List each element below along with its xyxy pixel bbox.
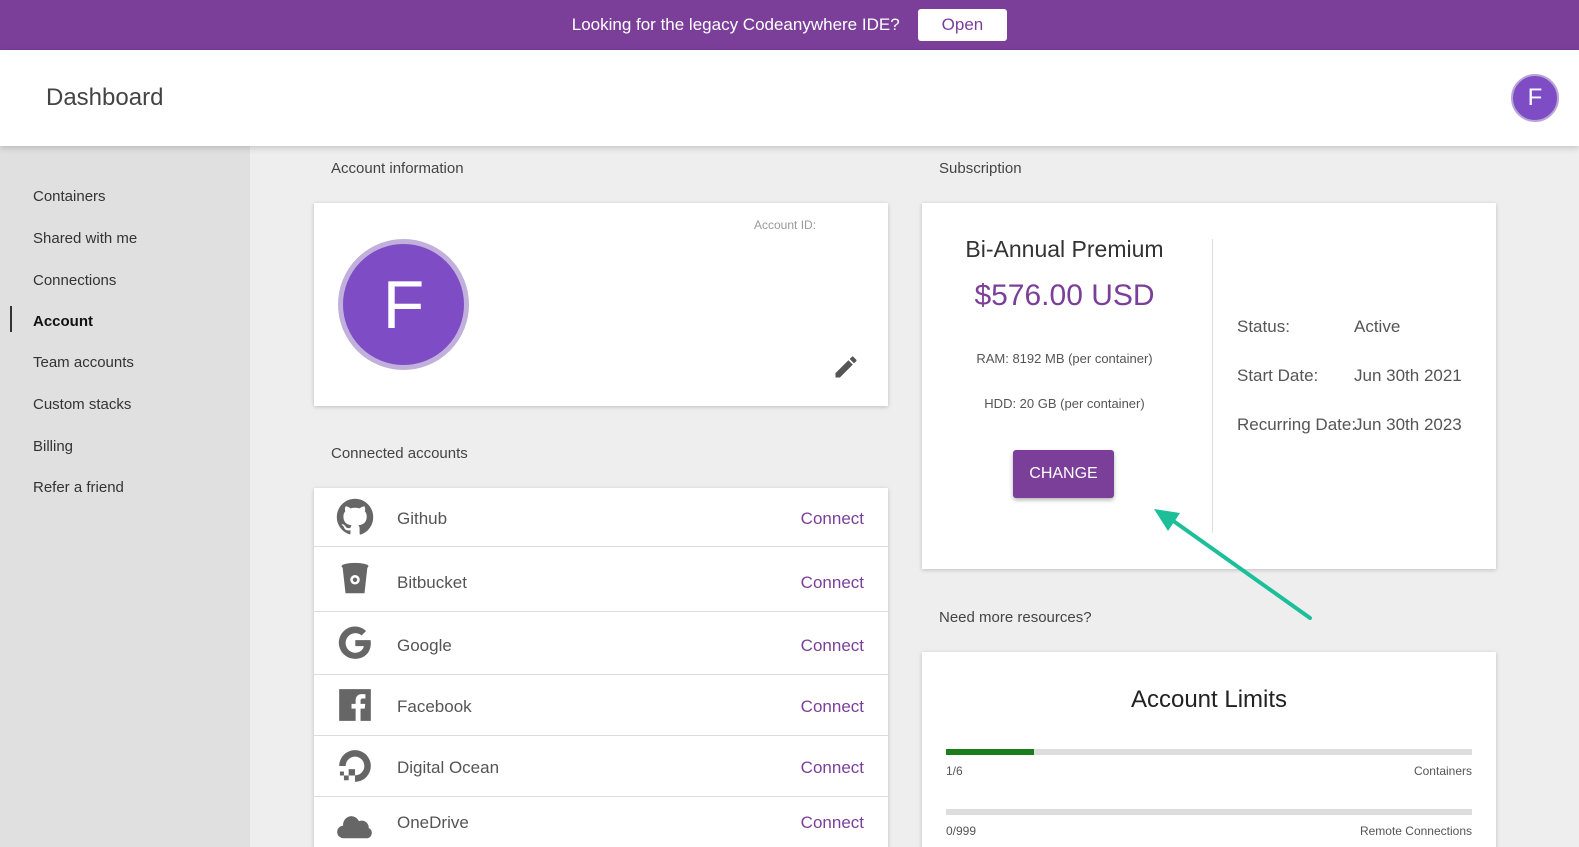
- plan-price: $576.00 USD: [974, 279, 1155, 312]
- connection-name: Facebook: [397, 697, 472, 716]
- account-limits-card: Account Limits 1/6 Containers 0/999 Remo…: [922, 652, 1496, 847]
- connection-name: Github: [397, 509, 448, 528]
- banner-text: Looking for the legacy Codeanywhere IDE?: [571, 15, 900, 34]
- recurring-date-value: Jun 30th 2023: [1354, 415, 1462, 434]
- account-info-card: F Account ID:: [314, 203, 888, 406]
- resources-label: Need more resources?: [939, 609, 1092, 626]
- sidebar: Containers Shared with me Connections Ac…: [0, 146, 250, 847]
- facebook-icon: [339, 689, 371, 721]
- list-item: Google Connect: [314, 612, 888, 675]
- remote-connections-progress-bar: [946, 809, 1472, 815]
- status-key: Status:: [1237, 317, 1290, 336]
- top-header: Dashboard F: [0, 50, 1579, 146]
- page-title: Dashboard: [46, 84, 164, 111]
- containers-count: 1/6: [946, 764, 963, 778]
- onedrive-icon: [337, 816, 372, 839]
- list-item: Facebook Connect: [314, 675, 888, 736]
- remote-connections-limit-name: Remote Connections: [1359, 824, 1472, 838]
- status-value: Active: [1354, 317, 1401, 336]
- sidebar-item-refer[interactable]: Refer a friend: [33, 479, 124, 496]
- annotation-arrow-icon: [1154, 509, 1312, 620]
- connect-digitalocean-link[interactable]: Connect: [801, 758, 864, 778]
- connection-name: Bitbucket: [397, 573, 467, 592]
- sidebar-active-marker: [10, 306, 12, 332]
- sidebar-item-billing[interactable]: Billing: [33, 438, 73, 455]
- connect-github-link[interactable]: Connect: [801, 509, 864, 529]
- sidebar-item-custom-stacks[interactable]: Custom stacks: [33, 396, 131, 413]
- connected-accounts-list: Github Connect Bitbucket Connect Google …: [314, 488, 888, 847]
- connection-name: Digital Ocean: [397, 758, 500, 777]
- hdd-spec: HDD: 20 GB (per container): [984, 396, 1145, 411]
- list-item: OneDrive Connect: [314, 797, 888, 847]
- start-date-key: Start Date:: [1237, 366, 1319, 385]
- sidebar-item-account[interactable]: Account: [33, 313, 93, 330]
- connect-bitbucket-link[interactable]: Connect: [801, 573, 864, 593]
- containers-progress-fill: [946, 749, 1034, 755]
- pencil-icon[interactable]: [832, 353, 860, 381]
- subscription-divider: [1212, 239, 1213, 533]
- containers-limit-name: Containers: [1413, 764, 1472, 778]
- subscription-label: Subscription: [939, 160, 1022, 177]
- github-icon: [336, 498, 374, 535]
- digitalocean-icon: [339, 750, 371, 782]
- legacy-ide-banner: Looking for the legacy Codeanywhere IDE?…: [0, 0, 1579, 50]
- plan-name: Bi-Annual Premium: [965, 236, 1164, 262]
- account-avatar: F: [338, 239, 469, 370]
- connected-accounts-label: Connected accounts: [331, 445, 468, 462]
- recurring-date-key: Recurring Date:: [1237, 415, 1357, 434]
- sidebar-item-team-accounts[interactable]: Team accounts: [33, 354, 134, 371]
- list-item: Github Connect: [314, 488, 888, 547]
- bitbucket-icon: [341, 562, 369, 594]
- ram-spec: RAM: 8192 MB (per container): [976, 351, 1153, 366]
- google-icon: [338, 626, 371, 659]
- open-legacy-button[interactable]: Open: [917, 9, 1008, 41]
- containers-progress-bar: [946, 749, 1472, 755]
- account-id-label: Account ID:: [754, 218, 817, 232]
- sidebar-item-connections[interactable]: Connections: [33, 272, 116, 289]
- list-item: Digital Ocean Connect: [314, 736, 888, 797]
- limits-title: Account Limits: [1130, 686, 1288, 713]
- remote-connections-count: 0/999: [946, 824, 977, 838]
- sidebar-item-containers[interactable]: Containers: [33, 188, 106, 205]
- connect-facebook-link[interactable]: Connect: [801, 697, 864, 717]
- account-info-label: Account information: [331, 160, 464, 177]
- change-plan-button[interactable]: CHANGE: [1013, 450, 1114, 498]
- connection-name: Google: [397, 636, 452, 655]
- start-date-value: Jun 30th 2021: [1354, 366, 1462, 385]
- connection-name: OneDrive: [397, 813, 469, 832]
- list-item: Bitbucket Connect: [314, 547, 888, 612]
- connect-google-link[interactable]: Connect: [801, 636, 864, 656]
- sidebar-item-shared[interactable]: Shared with me: [33, 230, 137, 247]
- connect-onedrive-link[interactable]: Connect: [801, 813, 864, 833]
- user-avatar[interactable]: F: [1511, 74, 1559, 122]
